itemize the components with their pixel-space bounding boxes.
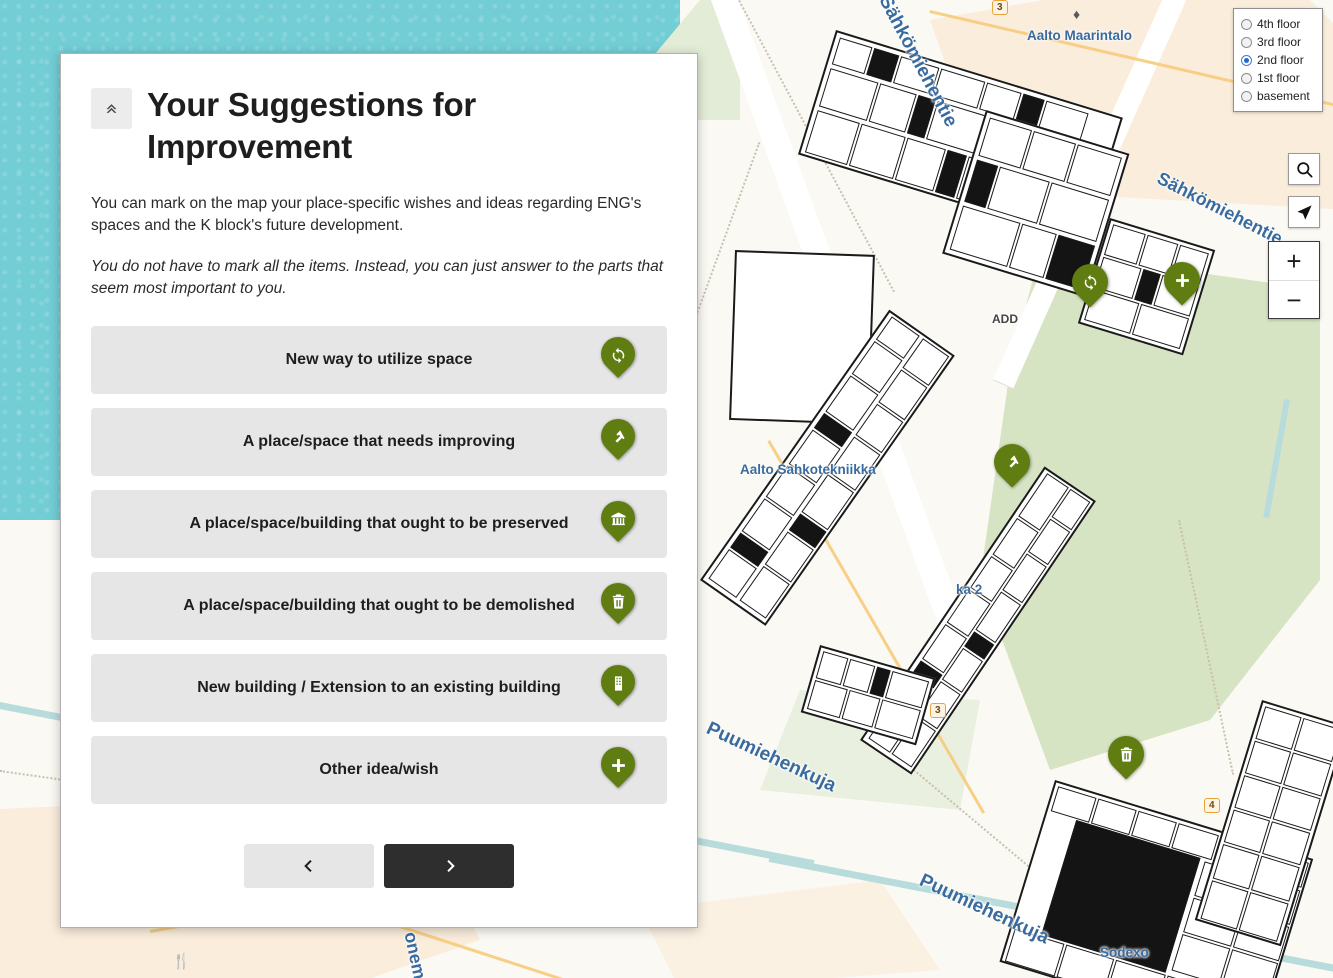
floor-option-4th[interactable]: 4th floor — [1241, 15, 1315, 33]
option-pin-trash[interactable] — [593, 576, 643, 627]
option-pin-building[interactable] — [593, 658, 643, 709]
zoom-out-button[interactable]: − — [1269, 281, 1319, 319]
map-highway-shield: 4 — [1204, 798, 1220, 813]
floor-option-label: basement — [1257, 89, 1310, 103]
map-highway-shield: 3 — [992, 0, 1008, 15]
plus-icon — [1164, 265, 1200, 295]
map-poi-label: Aalto Maarintalo — [1027, 28, 1133, 43]
recycle-icon — [1072, 267, 1108, 297]
map-poi-label: Sodexo — [1100, 945, 1149, 960]
map-pin-trash[interactable] — [1100, 728, 1152, 782]
option-label: New way to utilize space — [285, 351, 473, 369]
option-row-ought-to-be-preserved[interactable]: A place/space/building that ought to be … — [91, 490, 667, 559]
floor-option-basement[interactable]: basement — [1241, 87, 1315, 105]
option-pin-museum[interactable] — [593, 494, 643, 545]
page-title: Your Suggestions for Improvement — [147, 86, 477, 166]
option-label: Other idea/wish — [319, 761, 439, 779]
floor-option-label: 3rd floor — [1257, 35, 1302, 49]
floor-option-1st[interactable]: 1st floor — [1241, 69, 1315, 87]
radio-icon[interactable] — [1241, 90, 1252, 102]
chevron-double-up-icon — [106, 104, 117, 113]
radio-icon[interactable] — [1241, 36, 1252, 48]
hammer-icon — [994, 447, 1030, 477]
restaurant-poi-icon: 🍴 — [172, 953, 191, 970]
chevron-left-icon — [303, 860, 312, 873]
tree-poi-icon: ♦ — [1073, 6, 1081, 22]
plus-icon — [601, 750, 635, 780]
map-poi-label: ka 2 — [956, 582, 983, 597]
building-icon — [601, 668, 635, 698]
option-label: A place/space that needs improving — [242, 433, 516, 451]
floor-option-label: 1st floor — [1257, 71, 1300, 85]
chevron-right-icon — [446, 860, 455, 873]
radio-icon-selected[interactable] — [1241, 54, 1252, 66]
option-pin-hammer[interactable] — [593, 412, 643, 463]
map-search-button[interactable] — [1288, 153, 1320, 185]
radio-icon[interactable] — [1241, 72, 1252, 84]
floor-selector[interactable]: 4th floor 3rd floor 2nd floor 1st floor … — [1233, 8, 1323, 112]
floor-option-2nd[interactable]: 2nd floor — [1241, 51, 1315, 69]
suggestion-options-list: New way to utilize space A place/space t… — [91, 326, 667, 805]
map-pin-plus[interactable] — [1156, 254, 1208, 308]
museum-icon — [601, 504, 635, 534]
trash-icon — [1108, 739, 1144, 769]
next-button[interactable] — [384, 844, 514, 889]
map-highway-shield: 3 — [930, 703, 946, 718]
panel-navigation — [91, 844, 667, 889]
floor-option-label: 2nd floor — [1257, 53, 1304, 67]
map-poi-label: Aalto Sahkotekniikka — [740, 462, 876, 477]
zoom-in-button[interactable]: + — [1269, 242, 1319, 280]
panel-header: Your Suggestions for Improvement — [91, 84, 667, 168]
option-row-ought-to-be-demolished[interactable]: A place/space/building that ought to be … — [91, 572, 667, 641]
app-root: Sähkömiehentie Sähkömiehentie Aalto Maar… — [0, 0, 1333, 978]
recycle-icon — [601, 340, 635, 370]
option-row-other-idea-wish[interactable]: Other idea/wish — [91, 736, 667, 805]
option-pin-recycle[interactable] — [593, 330, 643, 381]
map-building-footprint — [1194, 700, 1333, 947]
map-poi-label: ADD — [992, 312, 1018, 326]
option-row-new-way-to-utilize-space[interactable]: New way to utilize space — [91, 326, 667, 395]
option-label: A place/space/building that ought to be … — [189, 515, 569, 533]
panel-description: You can mark on the map your place-speci… — [91, 195, 642, 235]
option-label: A place/space/building that ought to be … — [183, 597, 575, 615]
map-pin-hammer[interactable] — [986, 436, 1038, 490]
option-row-new-building-extension[interactable]: New building / Extension to an existing … — [91, 654, 667, 723]
option-pin-plus[interactable] — [593, 740, 643, 791]
previous-button[interactable] — [244, 844, 374, 889]
map-zoom-controls[interactable]: + − — [1268, 241, 1320, 319]
magnifier-icon — [1296, 161, 1312, 177]
collapse-panel-button[interactable] — [91, 88, 132, 129]
panel-note: You do not have to mark all the items. I… — [91, 258, 664, 298]
suggestions-panel: Your Suggestions for Improvement You can… — [60, 53, 698, 928]
trash-icon — [601, 586, 635, 616]
floor-option-label: 4th floor — [1257, 17, 1301, 31]
map-locate-button[interactable] — [1288, 196, 1320, 228]
radio-icon[interactable] — [1241, 18, 1252, 30]
navigation-arrow-icon — [1296, 204, 1312, 220]
hammer-icon — [601, 422, 635, 452]
map-pin-recycle[interactable] — [1064, 256, 1116, 310]
option-label: New building / Extension to an existing … — [197, 679, 561, 697]
option-row-needs-improving[interactable]: A place/space that needs improving — [91, 408, 667, 477]
floor-option-3rd[interactable]: 3rd floor — [1241, 33, 1315, 51]
